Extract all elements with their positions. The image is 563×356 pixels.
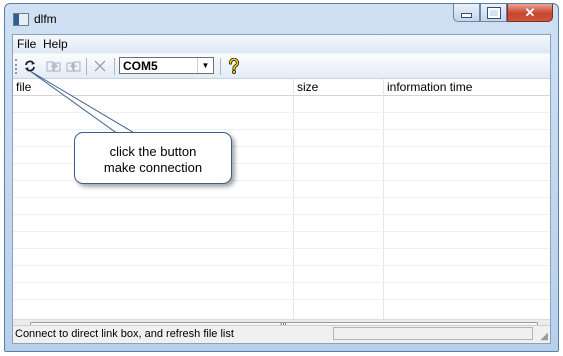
- callout-line-1: click the button: [109, 144, 197, 159]
- annotation-callout: click the button make connection: [74, 132, 232, 184]
- callout-line-2: make connection: [103, 160, 203, 175]
